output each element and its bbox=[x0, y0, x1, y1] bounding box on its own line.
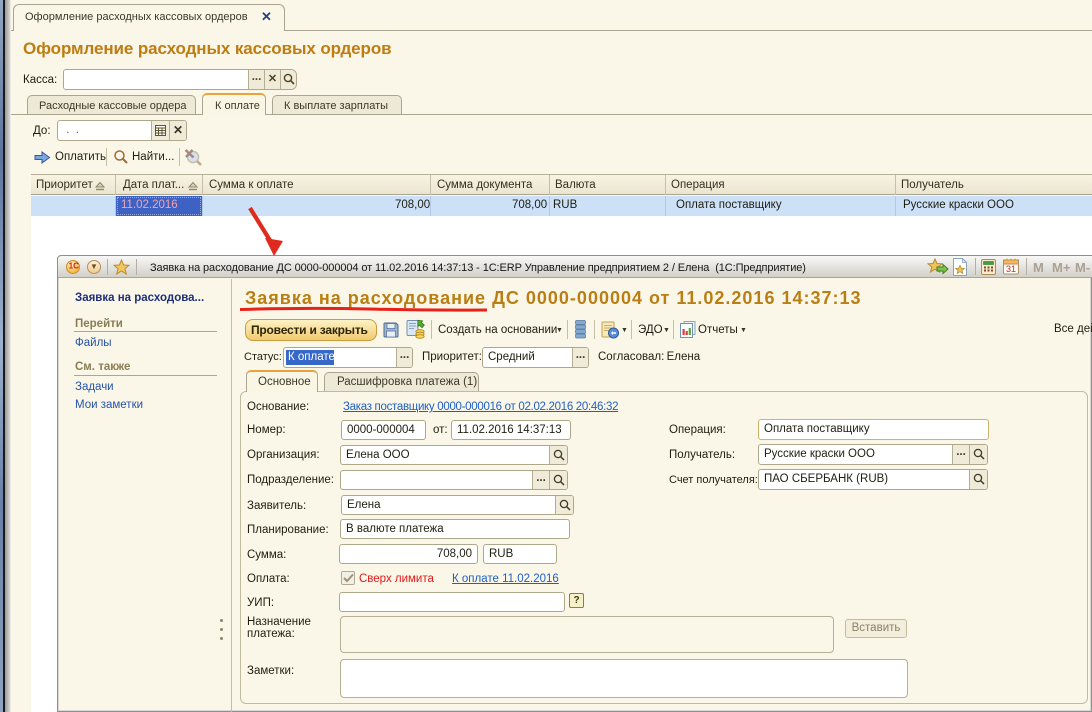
svg-text:31: 31 bbox=[1006, 264, 1016, 274]
